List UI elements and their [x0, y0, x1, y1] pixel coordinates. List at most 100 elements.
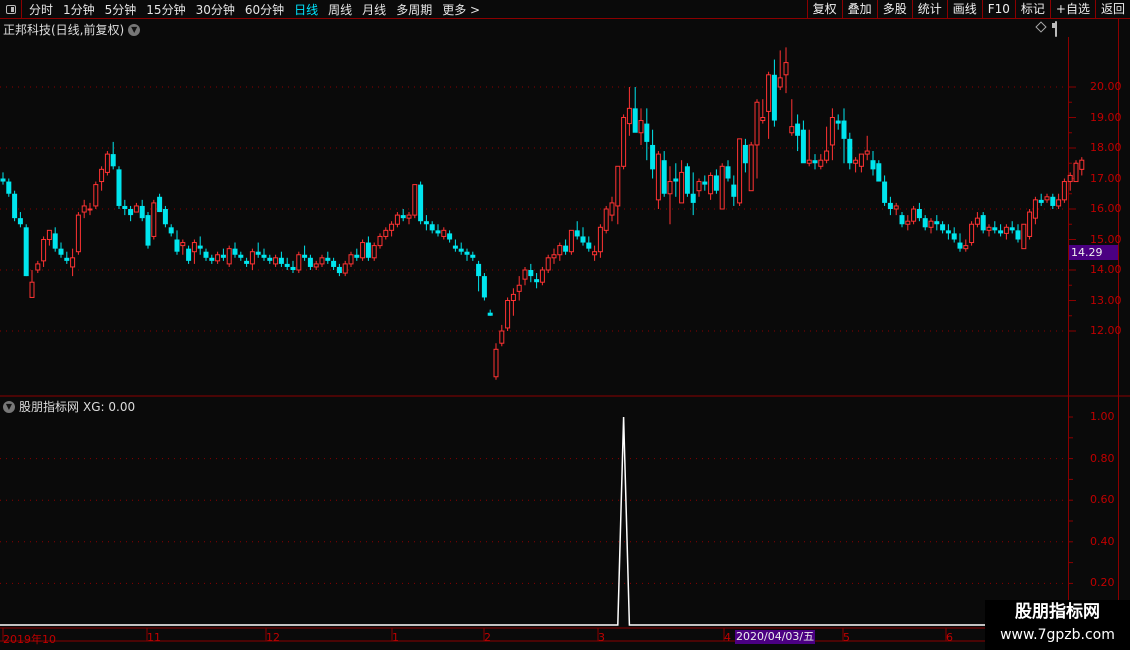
candle-body — [151, 202, 157, 237]
candle-body — [157, 196, 163, 213]
candle-body — [928, 220, 934, 228]
candle-body — [655, 153, 661, 201]
candle-body — [853, 159, 859, 164]
candle-body — [534, 279, 540, 283]
candle-body — [684, 166, 690, 194]
candle-body — [876, 163, 882, 182]
candle-body — [93, 184, 99, 207]
candle-body — [945, 230, 951, 234]
indicator-tick-label: 1.00 — [1090, 410, 1115, 423]
candle-body — [957, 242, 963, 249]
candle-body — [673, 178, 679, 182]
date-tick-label: 5 — [843, 631, 850, 644]
date-tick-label: 3 — [598, 631, 605, 644]
candle-body — [371, 245, 377, 259]
candle-body — [168, 227, 174, 234]
candle-body — [116, 169, 122, 206]
cursor-date-tag: 2020/04/03/五 — [735, 630, 816, 644]
candle-body — [145, 215, 151, 246]
candle-body — [70, 257, 76, 268]
candle-body — [423, 221, 429, 225]
candle-body — [603, 208, 609, 231]
candle-body — [754, 101, 760, 146]
current-price-tag: 14.29 — [1069, 245, 1118, 260]
candle-body — [273, 257, 279, 265]
candle-body — [360, 242, 366, 259]
candle-body — [377, 235, 383, 247]
candle-body — [232, 248, 238, 255]
candle-body — [760, 117, 766, 122]
candle-body — [35, 263, 41, 271]
candle-body — [476, 263, 482, 277]
candle-body — [586, 242, 592, 249]
candle-body — [284, 263, 290, 267]
candle-body — [267, 257, 273, 261]
candle-body — [737, 138, 743, 204]
candle-body — [742, 144, 748, 164]
candle-body — [278, 257, 284, 264]
candle-body — [690, 193, 696, 203]
candle-body — [986, 226, 992, 231]
candle-body — [197, 245, 203, 249]
candle-body — [1032, 199, 1038, 219]
candle-body — [122, 205, 128, 209]
candle-body — [261, 254, 267, 258]
candle-body — [818, 159, 824, 167]
candle-body — [528, 270, 534, 277]
candle-body — [0, 178, 6, 182]
candle-body — [209, 257, 215, 261]
candle-body — [174, 239, 180, 252]
candle-body — [789, 126, 795, 134]
xg-signal-line — [0, 416, 1082, 626]
candle-body — [899, 215, 905, 225]
candle-body — [1027, 211, 1033, 237]
candle-body — [557, 245, 563, 256]
candle-body — [406, 214, 412, 219]
candle-body — [348, 254, 354, 265]
date-tick-label: 2 — [484, 631, 491, 644]
candle-body — [806, 159, 812, 164]
candle-body — [99, 168, 105, 183]
candle-body — [731, 184, 737, 197]
candle-body — [719, 165, 725, 210]
candle-body — [835, 120, 841, 124]
candle-body — [980, 215, 986, 231]
candle-body — [1073, 162, 1079, 183]
candle-body — [847, 138, 853, 164]
candle-body — [394, 214, 400, 225]
candle-body — [992, 227, 998, 231]
candle-body — [313, 263, 319, 268]
candle-body — [128, 209, 134, 216]
price-tick-label: 19.00 — [1090, 110, 1122, 124]
candle-body — [435, 230, 441, 234]
candle-body — [139, 205, 145, 219]
candle-body — [1015, 230, 1021, 240]
candle-body — [650, 144, 656, 170]
candle-body — [998, 230, 1004, 234]
candle-body — [615, 165, 621, 207]
candle-body — [41, 239, 47, 262]
candle-body — [429, 224, 435, 231]
price-chart[interactable] — [0, 0, 1130, 650]
candle-body — [824, 150, 830, 161]
candle-body — [191, 242, 197, 253]
candle-body — [841, 120, 847, 139]
candle-body — [621, 117, 627, 167]
candle-body — [748, 144, 754, 192]
candle-body — [104, 153, 110, 173]
candle-body — [887, 202, 893, 209]
candle-body — [365, 242, 371, 258]
candle-body — [354, 254, 360, 258]
candle-body — [441, 229, 447, 237]
candle-body — [864, 150, 870, 155]
candle-body — [922, 218, 928, 228]
candle-body — [17, 218, 23, 225]
candle-body — [470, 254, 476, 258]
candle-body — [1056, 199, 1062, 207]
candle-body — [545, 257, 551, 271]
candle-body — [1003, 226, 1009, 234]
watermark-url: www.7gpzb.com — [1000, 627, 1115, 643]
price-tick-label: 16.00 — [1090, 202, 1122, 215]
candle-body — [302, 254, 308, 258]
candle-body — [29, 281, 35, 298]
